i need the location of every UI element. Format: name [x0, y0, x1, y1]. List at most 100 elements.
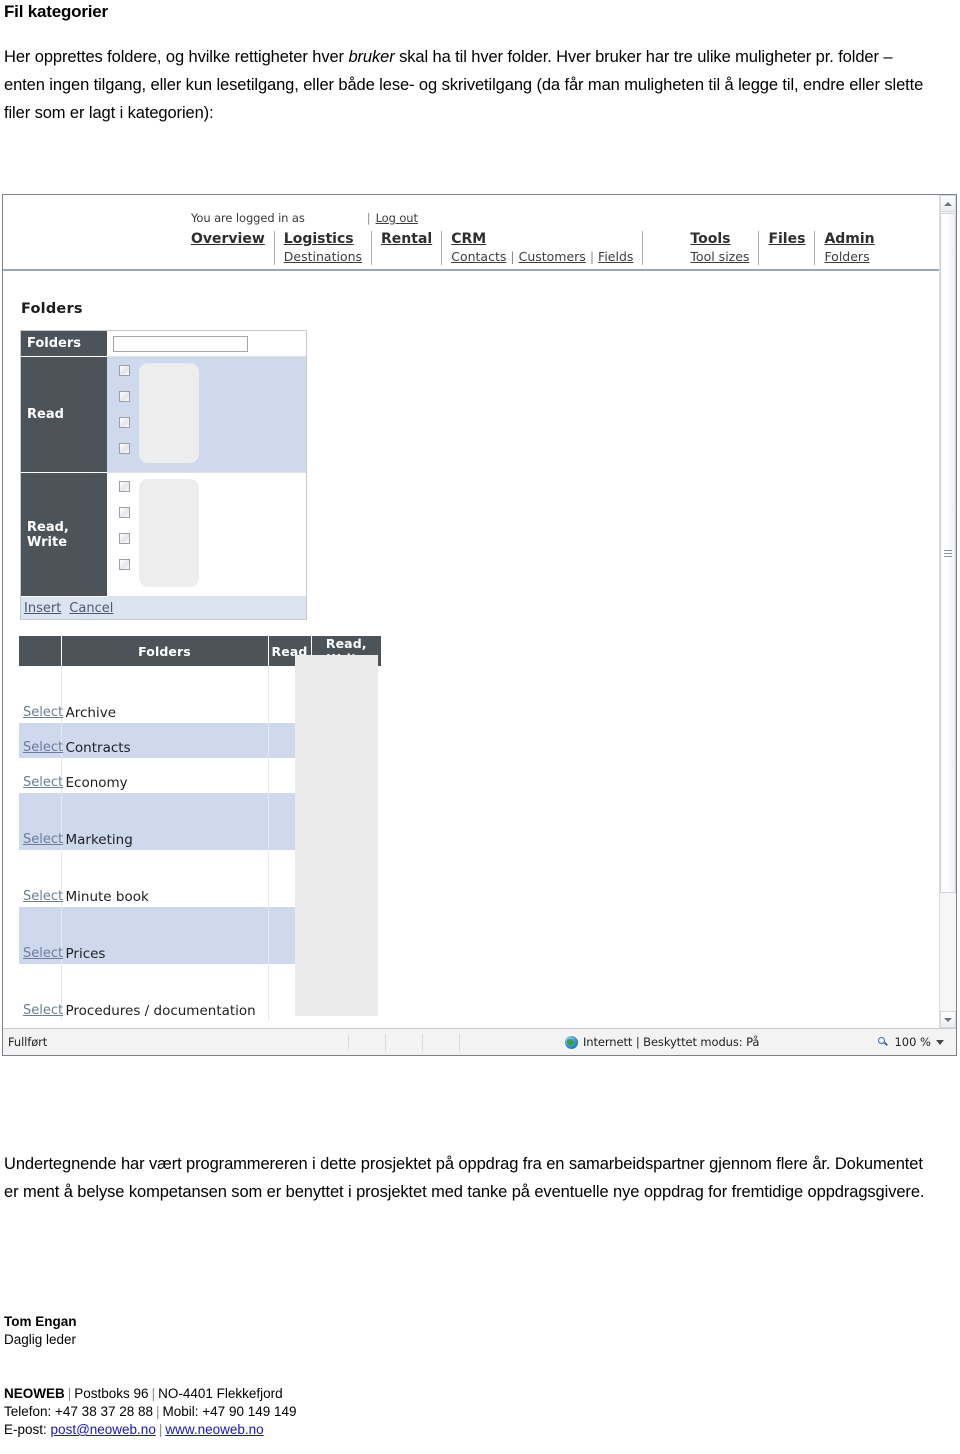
security-zone-area[interactable]: Internett | Beskyttet modus: På	[460, 1035, 878, 1049]
nav-item-logistics[interactable]: Logistics	[284, 231, 362, 248]
column-header-read-write: Read, Write	[311, 636, 381, 666]
read-write-checkbox-list	[119, 481, 130, 570]
nav-subitem-tool-sizes[interactable]: Tool sizes	[690, 249, 749, 265]
folder-name-input[interactable]	[113, 335, 248, 352]
read-checkbox-labels-placeholder	[139, 363, 199, 463]
nav-subitem-contacts[interactable]: Contacts	[451, 249, 506, 265]
row-read-write-value	[311, 666, 381, 723]
nav-item-rental[interactable]: Rental	[381, 231, 432, 248]
select-link[interactable]: Select	[23, 832, 63, 847]
status-segment-1	[349, 1033, 386, 1051]
row-folder-name: Contracts	[61, 723, 269, 758]
read-write-checkbox-4[interactable]	[119, 559, 130, 570]
row-folder-name: Marketing	[61, 793, 269, 850]
intro-emphasis: bruker	[348, 47, 395, 66]
row-read-value	[268, 758, 311, 793]
select-link[interactable]: Select	[23, 775, 63, 790]
insert-link[interactable]: Insert	[24, 601, 61, 616]
chevron-up-icon	[944, 201, 952, 206]
intro-text-part1: Her opprettes foldere, og hvilke rettigh…	[4, 47, 349, 66]
read-write-checkbox-3[interactable]	[119, 533, 130, 544]
globe-icon	[565, 1035, 578, 1049]
read-write-checkbox-1[interactable]	[119, 481, 130, 492]
read-write-checkbox-2[interactable]	[119, 507, 130, 518]
table-row: Select Marketing	[19, 793, 381, 850]
separator: |	[67, 1386, 72, 1401]
email-label: E-post:	[4, 1422, 47, 1437]
row-read-value	[268, 964, 311, 1021]
nav-group-files[interactable]: Files	[759, 231, 816, 265]
signature-phone-line: Telefon: +47 38 37 28 88 | Mobil: +47 90 1…	[4, 1403, 297, 1421]
nav-group-tools[interactable]: Tools Tool sizes	[681, 231, 760, 265]
row-folder-name: Procedures / documentation	[61, 964, 269, 1021]
company-mobile: Mobil: +47 90 149 149	[162, 1404, 297, 1419]
select-link[interactable]: Select	[23, 705, 63, 720]
select-link[interactable]: Select	[23, 889, 63, 904]
form-field-read-write	[107, 473, 306, 597]
row-read-write-value	[311, 723, 381, 758]
nav-item-tools[interactable]: Tools	[690, 231, 749, 248]
company-phone: Telefon: +47 38 37 28 88	[4, 1404, 154, 1419]
form-label-read-write: Read, Write	[21, 473, 107, 597]
chevron-down-icon[interactable]	[936, 1039, 944, 1045]
browser-window: You are logged in as | Log out Overview Lo…	[2, 194, 957, 1056]
row-read-write-value	[311, 850, 381, 907]
row-read-value	[268, 907, 311, 964]
nav-sub-separator: |	[510, 249, 515, 264]
nav-item-crm[interactable]: CRM	[451, 231, 633, 248]
form-field-read	[107, 357, 306, 473]
column-header-folders: Folders	[61, 636, 269, 666]
nav-item-files[interactable]: Files	[768, 231, 805, 248]
app-header: You are logged in as | Log out Overview Lo…	[3, 195, 939, 271]
logout-link[interactable]: Log out	[376, 211, 418, 225]
nav-subitem-customers[interactable]: Customers	[519, 249, 586, 265]
magnifier-icon	[878, 1036, 889, 1048]
table-row: Select Economy	[19, 758, 381, 793]
scroll-down-button[interactable]	[940, 1011, 956, 1028]
row-read-write-value	[311, 758, 381, 793]
select-link[interactable]: Select	[23, 740, 63, 755]
signature-email-line: E-post: post@neoweb.no | www.neoweb.no	[4, 1421, 264, 1439]
select-link[interactable]: Select	[23, 946, 63, 961]
nav-item-overview[interactable]: Overview	[191, 231, 265, 248]
row-select-cell: Select	[19, 723, 63, 758]
zoom-control[interactable]: 100 %	[878, 1035, 956, 1049]
row-read-value	[268, 850, 311, 907]
read-checkbox-1[interactable]	[119, 365, 130, 376]
select-link[interactable]: Select	[23, 1003, 63, 1018]
nav-group-admin[interactable]: Admin Folders	[815, 231, 883, 265]
scrollbar-thumb[interactable]	[940, 213, 956, 893]
nav-group-rental[interactable]: Rental	[372, 231, 443, 265]
cancel-link[interactable]: Cancel	[69, 601, 113, 616]
grip-icon	[944, 549, 952, 557]
email-link[interactable]: post@neoweb.no	[51, 1422, 156, 1437]
read-checkbox-2[interactable]	[119, 391, 130, 402]
status-segment-2	[386, 1033, 423, 1051]
nav-group-crm[interactable]: CRM Contacts | Customers | Fields	[442, 231, 644, 265]
nav-subs-admin: Folders	[824, 249, 874, 265]
nav-subs-tools: Tool sizes	[690, 249, 749, 265]
form-row-read: Read	[21, 357, 306, 473]
website-link[interactable]: www.neoweb.no	[165, 1422, 263, 1437]
row-select-cell: Select	[19, 850, 63, 907]
column-header-read: Read	[268, 636, 312, 666]
company-postbox: Postboks 96	[74, 1386, 149, 1401]
nav-group-overview[interactable]: Overview	[191, 231, 275, 265]
separator: |	[151, 1386, 156, 1401]
nav-subitem-destinations[interactable]: Destinations	[284, 249, 362, 265]
nav-subitem-fields[interactable]: Fields	[598, 249, 633, 265]
signature-role: Daglig leder	[4, 1332, 77, 1347]
scroll-up-button[interactable]	[940, 195, 956, 212]
status-text: Fullført	[3, 1035, 349, 1049]
read-checkbox-3[interactable]	[119, 417, 130, 428]
vertical-scrollbar[interactable]	[939, 195, 956, 1028]
form-label-read: Read	[21, 357, 107, 473]
nav-item-admin[interactable]: Admin	[824, 231, 874, 248]
nav-group-logistics[interactable]: Logistics Destinations	[275, 231, 373, 265]
intro-paragraph: Her opprettes foldere, og hvilke rettigh…	[4, 43, 934, 127]
nav-subitem-folders[interactable]: Folders	[824, 249, 869, 265]
read-checkbox-4[interactable]	[119, 443, 130, 454]
login-separator: |	[366, 211, 371, 225]
signature-company-line: NEOWEB | Postboks 96 | NO-4401 Flekkefjord	[4, 1385, 283, 1403]
row-read-write-value	[311, 907, 381, 964]
